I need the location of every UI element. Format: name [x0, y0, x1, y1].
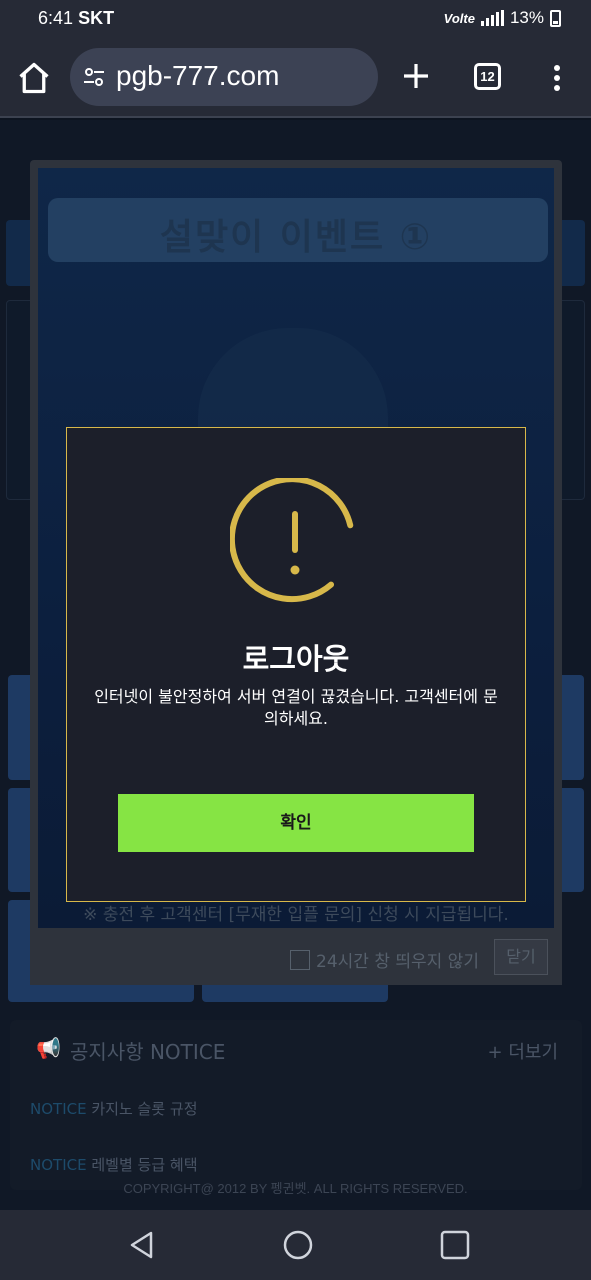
copyright-text: COPYRIGHT@ 2012 BY 펭귄벳. ALL RIGHTS RESER…: [123, 1181, 468, 1196]
notice-text: 카지노 슬롯 규정: [91, 1100, 198, 1118]
notice-title: 공지사항 NOTICE: [70, 1040, 226, 1064]
event-popup-footer: 24시간 창 띄우지 않기 닫기: [30, 930, 562, 985]
battery-percent: 13%: [509, 8, 544, 27]
plus-icon[interactable]: [400, 60, 432, 92]
address-bar[interactable]: pgb-777.com: [70, 48, 378, 106]
alert-title: 로그아웃: [242, 642, 350, 676]
close-button[interactable]: 닫기: [494, 939, 548, 975]
notice-panel: 📢 공지사항 NOTICE + 더보기 NOTICE 카지노 슬롯 규정 NOT…: [10, 1020, 582, 1190]
navigation-bar: [0, 1210, 591, 1280]
volte-icon: Volte: [443, 10, 475, 26]
back-icon[interactable]: [124, 1227, 160, 1263]
status-icons: Volte 13%: [444, 8, 561, 28]
carrier-text: SKT: [78, 8, 115, 28]
home-icon[interactable]: [16, 60, 52, 96]
dont-show-label: 24시간 창 띄우지 않기: [316, 952, 479, 972]
tune-icon[interactable]: [82, 65, 106, 89]
battery-icon: [550, 9, 561, 27]
notice-text: 레벨별 등급 혜택: [91, 1156, 198, 1174]
browser-toolbar: pgb-777.com 12: [0, 38, 591, 118]
notice-more-link[interactable]: + 더보기: [488, 1038, 558, 1064]
warning-icon: [230, 478, 354, 603]
notice-tag: NOTICE: [30, 1156, 87, 1174]
home-circle-icon[interactable]: [280, 1227, 316, 1263]
confirm-button[interactable]: 확인: [118, 794, 474, 852]
event-footnote: ※ 충전 후 고객센터 [무재한 입플 문의] 신청 시 지급됩니다.: [83, 905, 509, 925]
status-time: 6:41 SKT: [38, 8, 114, 29]
signal-icon: [480, 10, 504, 26]
more-vert-icon[interactable]: [545, 62, 569, 94]
url-text: pgb-777.com: [116, 60, 280, 91]
status-bar: 6:41 SKT Volte 13%: [0, 0, 591, 38]
clock-text: 6:41: [38, 8, 74, 28]
notice-item[interactable]: NOTICE 레벨별 등급 혜택: [30, 1154, 198, 1175]
dont-show-24h-option[interactable]: 24시간 창 띄우지 않기: [290, 947, 479, 972]
tab-switcher-button[interactable]: 12: [474, 63, 501, 90]
dont-show-checkbox[interactable]: [290, 949, 310, 970]
screen: 6:41 SKT Volte 13% pgb-777.com 12 📢 공지사항…: [0, 0, 591, 1280]
alert-message: 인터넷이 불안정하여 서버 연결이 끊겼습니다. 고객센터에 문의하세요.: [94, 687, 498, 728]
notice-item[interactable]: NOTICE 카지노 슬롯 규정: [30, 1098, 198, 1119]
recents-icon[interactable]: [437, 1227, 473, 1263]
event-title: 설맞이 이벤트 ①: [159, 217, 433, 258]
notice-tag: NOTICE: [30, 1100, 87, 1118]
megaphone-icon: 📢: [36, 1036, 61, 1060]
logout-alert-dialog: 로그아웃 인터넷이 불안정하여 서버 연결이 끊겼습니다. 고객센터에 문의하세…: [66, 427, 526, 902]
